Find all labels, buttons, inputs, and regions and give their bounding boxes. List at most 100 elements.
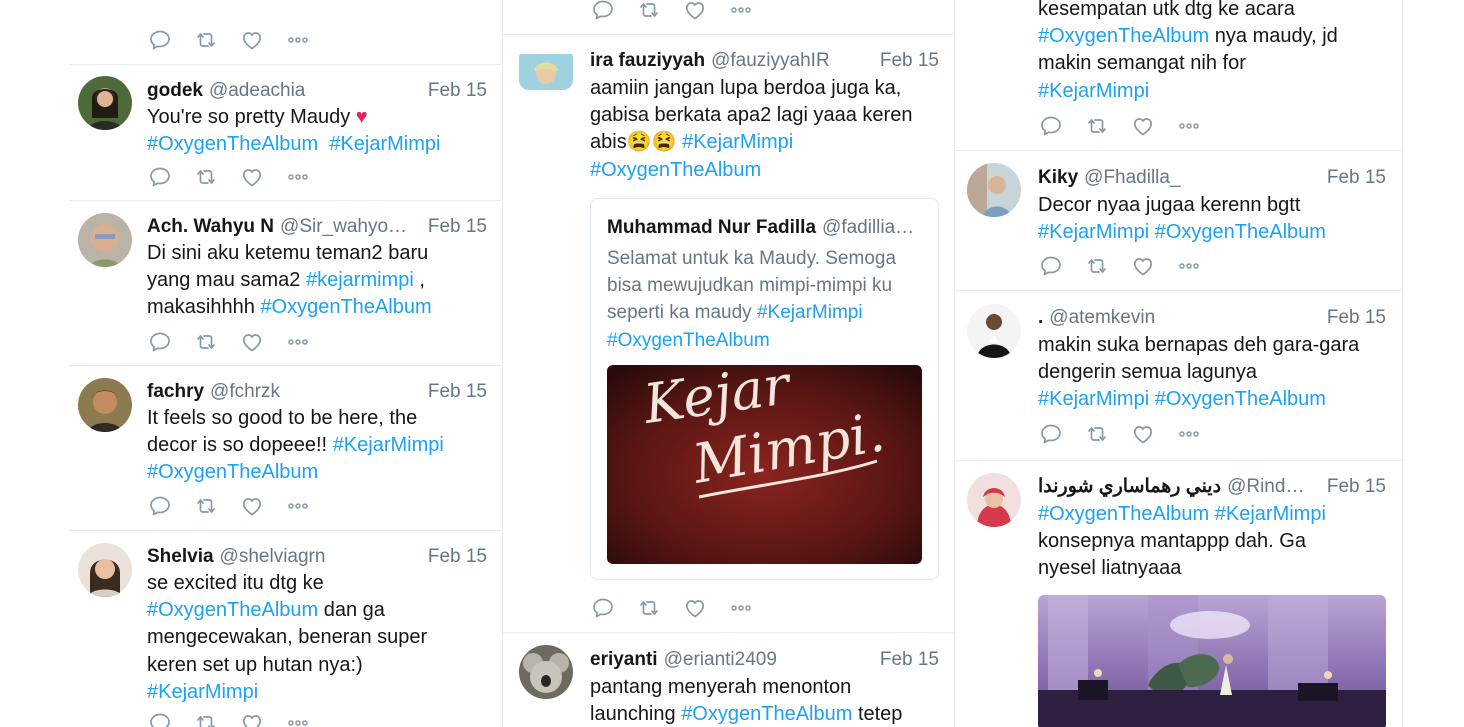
hashtag-link[interactable]: #OxygenTheAlbum	[607, 327, 917, 354]
tweet-date[interactable]: Feb 15	[880, 48, 939, 74]
avatar[interactable]	[78, 76, 132, 130]
tweet-partial[interactable]: kesempatan utk dtg ke acara #OxygenTheAl…	[955, 0, 1402, 151]
hashtag-link[interactable]: #KejarMimpi	[757, 302, 863, 323]
display-name[interactable]: Kiky	[1038, 165, 1078, 191]
reply-icon[interactable]	[147, 710, 173, 727]
hashtag-link[interactable]: #OxygenTheAlbum	[1155, 388, 1326, 410]
like-icon[interactable]	[1130, 113, 1156, 139]
more-icon[interactable]	[285, 710, 311, 727]
hashtag-link[interactable]: #KejarMimpi	[1038, 221, 1149, 243]
tweet-date[interactable]: Feb 15	[428, 214, 487, 240]
kejar-mimpi-image[interactable]: Kejar Mimpi.	[607, 365, 922, 564]
more-icon[interactable]	[285, 27, 311, 53]
tweet[interactable]: Ach. Wahyu N @Sir_wahyo… Feb 15 Di sini …	[70, 200, 502, 366]
tweet[interactable]: Kiky @Fhadilla_ Feb 15 Decor nyaa jugaa …	[955, 150, 1402, 291]
more-icon[interactable]	[285, 164, 311, 190]
avatar[interactable]	[967, 473, 1021, 527]
hashtag-link[interactable]: #KejarMimpi	[1038, 388, 1149, 410]
hashtag-link[interactable]: #KejarMimpi	[333, 434, 444, 456]
avatar[interactable]	[967, 163, 1021, 217]
hashtag-link[interactable]: #KejarMimpi	[329, 133, 440, 155]
tweet-date[interactable]: Feb 15	[1327, 305, 1386, 331]
avatar[interactable]	[519, 645, 573, 699]
hashtag-link[interactable]: #OxygenTheAlbum	[681, 703, 852, 725]
reply-icon[interactable]	[147, 164, 173, 190]
like-icon[interactable]	[239, 710, 265, 727]
reply-icon[interactable]	[147, 493, 173, 519]
more-icon[interactable]	[1176, 253, 1202, 279]
user-handle[interactable]: @Fhadilla_	[1084, 165, 1315, 191]
user-handle[interactable]: @fadillia…	[822, 217, 914, 238]
concert-photo[interactable]	[1038, 595, 1386, 727]
tweet-partial[interactable]	[503, 0, 954, 35]
avatar[interactable]	[78, 213, 132, 267]
display-name[interactable]: eriyanti	[590, 647, 658, 673]
more-icon[interactable]	[728, 0, 754, 23]
retweet-icon[interactable]	[1084, 253, 1110, 279]
retweet-icon[interactable]	[636, 595, 662, 621]
display-name[interactable]: Muhammad Nur Fadilla	[607, 217, 816, 238]
tweet[interactable]: . @atemkevin Feb 15 makin suka bernapas …	[955, 290, 1402, 461]
reply-icon[interactable]	[147, 27, 173, 53]
display-name[interactable]: .	[1038, 305, 1043, 331]
user-handle[interactable]: @fchrzk	[210, 379, 416, 405]
retweet-icon[interactable]	[1084, 421, 1110, 447]
reply-icon[interactable]	[590, 0, 616, 23]
like-icon[interactable]	[239, 164, 265, 190]
like-icon[interactable]	[1130, 421, 1156, 447]
hashtag-link[interactable]: #OxygenTheAlbum	[147, 459, 487, 486]
tweet[interactable]: fachry @fchrzk Feb 15 It feels so good t…	[70, 365, 502, 531]
retweet-icon[interactable]	[193, 493, 219, 519]
display-name[interactable]: Shelvia	[147, 544, 214, 570]
user-handle[interactable]: @Rindoong	[1227, 474, 1315, 500]
hashtag-link[interactable]: #kejarmimpi	[306, 269, 414, 291]
display-name[interactable]: Ach. Wahyu N	[147, 214, 274, 240]
quoted-tweet[interactable]: Muhammad Nur Fadilla @fadillia… Selamat u…	[590, 198, 939, 580]
display-name[interactable]: ديني رهماساري شورندا	[1038, 474, 1221, 500]
tweet-date[interactable]: Feb 15	[1327, 474, 1386, 500]
hashtag-link[interactable]: #OxygenTheAlbum	[590, 157, 950, 184]
retweet-icon[interactable]	[1084, 113, 1110, 139]
avatar[interactable]	[519, 48, 573, 90]
tweet[interactable]: ira fauziyyah @fauziyyahIR Feb 15 aamiin…	[503, 34, 954, 633]
hashtag-link[interactable]: #OxygenTheAlbum	[1038, 503, 1209, 525]
avatar[interactable]	[967, 304, 1021, 358]
hashtag-link[interactable]: #OxygenTheAlbum	[1155, 221, 1326, 243]
user-handle[interactable]: @fauziyyahIR	[711, 48, 868, 74]
tweet-date[interactable]: Feb 15	[1327, 165, 1386, 191]
display-name[interactable]: fachry	[147, 379, 204, 405]
hashtag-link[interactable]: #KejarMimpi	[147, 679, 487, 706]
like-icon[interactable]	[239, 27, 265, 53]
hashtag-link[interactable]: #KejarMimpi	[682, 131, 793, 153]
retweet-icon[interactable]	[193, 164, 219, 190]
retweet-icon[interactable]	[193, 27, 219, 53]
retweet-icon[interactable]	[193, 710, 219, 727]
reply-icon[interactable]	[590, 595, 616, 621]
user-handle[interactable]: @shelviagrn	[220, 544, 416, 570]
reply-icon[interactable]	[147, 329, 173, 355]
user-handle[interactable]: @Sir_wahyo…	[280, 214, 416, 240]
retweet-icon[interactable]	[636, 0, 662, 23]
like-icon[interactable]	[239, 329, 265, 355]
hashtag-link[interactable]: #KejarMimpi	[1215, 503, 1326, 525]
tweet-date[interactable]: Feb 15	[428, 379, 487, 405]
like-icon[interactable]	[682, 0, 708, 23]
like-icon[interactable]	[239, 493, 265, 519]
user-handle[interactable]: @atemkevin	[1049, 305, 1315, 331]
tweet[interactable]: Shelvia @shelviagrn Feb 15 se excited it…	[70, 530, 502, 727]
tweet-date[interactable]: Feb 15	[880, 647, 939, 673]
like-icon[interactable]	[1130, 253, 1156, 279]
hashtag-link[interactable]: #KejarMimpi	[1038, 78, 1393, 105]
like-icon[interactable]	[682, 595, 708, 621]
user-handle[interactable]: @adeachia	[209, 78, 416, 104]
tweet-date[interactable]: Feb 15	[428, 78, 487, 104]
more-icon[interactable]	[728, 595, 754, 621]
avatar[interactable]	[78, 378, 132, 432]
reply-icon[interactable]	[1038, 421, 1064, 447]
hashtag-link[interactable]: #OxygenTheAlbum	[260, 296, 431, 318]
tweet[interactable]: eriyanti @erianti2409 Feb 15 pantang men…	[503, 632, 954, 727]
more-icon[interactable]	[1176, 421, 1202, 447]
tweet[interactable]: godek @adeachia Feb 15 You're so pretty …	[70, 64, 502, 201]
hashtag-link[interactable]: #OxygenTheAlbum	[1038, 25, 1209, 47]
more-icon[interactable]	[285, 493, 311, 519]
